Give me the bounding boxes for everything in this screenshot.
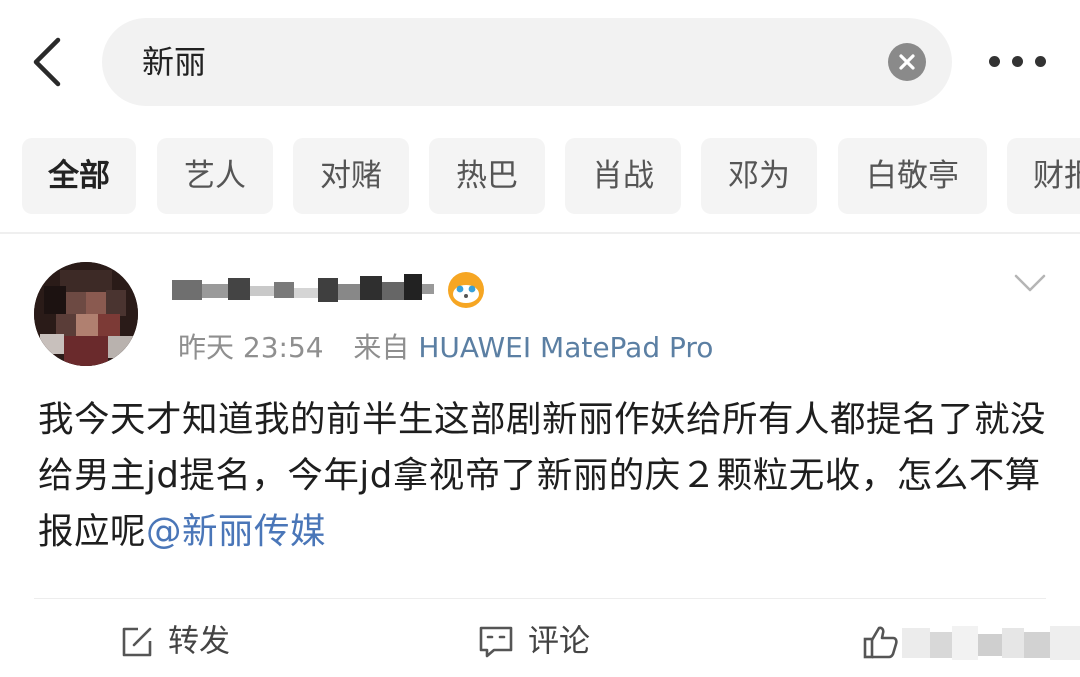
post-source-prefix: 来自 — [353, 331, 410, 364]
pixelated-avatar-image — [34, 262, 138, 366]
tab-reba[interactable]: 热巴 — [429, 138, 545, 214]
thumbs-up-icon — [863, 626, 898, 658]
search-box[interactable] — [102, 18, 952, 106]
post-content[interactable]: 我今天才知道我的前半生这部剧新丽作妖给所有人都提名了就没给男主jd提名，今年jd… — [38, 392, 1048, 560]
post-menu-button[interactable] — [1010, 268, 1050, 298]
comment-button[interactable]: 评论 — [478, 612, 590, 668]
tab-vam[interactable]: 对赌 — [293, 138, 409, 214]
tab-baijingting[interactable]: 白敬亭 — [838, 138, 987, 214]
section-divider — [0, 232, 1080, 234]
tab-dengwei[interactable]: 邓为 — [701, 138, 817, 214]
actions-divider — [34, 598, 1046, 599]
avatar[interactable] — [34, 262, 138, 366]
more-dots-icon — [1012, 56, 1023, 67]
search-header — [0, 0, 1080, 125]
tab-financial[interactable]: 财报 — [1007, 138, 1080, 214]
tab-all[interactable]: 全部 — [22, 138, 136, 214]
post-meta: 昨天 23:54 来自 HUAWEI MatePad Pro — [178, 326, 713, 366]
mention-link[interactable]: @新丽传媒 — [146, 511, 326, 552]
pixelation-mask — [902, 626, 1080, 660]
comment-label: 评论 — [528, 623, 590, 660]
post-device[interactable]: HUAWEI MatePad Pro — [418, 331, 713, 364]
more-options-button[interactable] — [985, 44, 1051, 80]
repost-label: 转发 — [168, 623, 230, 660]
repost-button[interactable]: 转发 — [120, 612, 230, 668]
more-dots-icon — [989, 56, 1000, 67]
more-dots-icon — [1035, 56, 1046, 67]
chevron-down-icon — [1014, 274, 1046, 292]
search-input[interactable] — [142, 18, 842, 106]
tab-artist[interactable]: 艺人 — [157, 138, 273, 214]
pixelation-mask — [172, 274, 434, 302]
share-square-icon — [122, 627, 152, 656]
back-button[interactable] — [24, 34, 74, 90]
watermark-redacted — [902, 620, 1080, 668]
chevron-left-icon — [33, 37, 61, 87]
fox-badge-icon — [446, 270, 486, 310]
clear-search-button[interactable] — [888, 43, 926, 81]
clear-circle-icon — [899, 54, 915, 70]
tab-xiaozhan[interactable]: 肖战 — [565, 138, 681, 214]
category-tabs: 全部 艺人 对赌 热巴 肖战 邓为 白敬亭 财报 — [22, 138, 1080, 214]
post-time: 昨天 23:54 — [178, 331, 324, 364]
username-redacted[interactable] — [172, 270, 442, 310]
comment-bubble-icon — [479, 626, 513, 657]
